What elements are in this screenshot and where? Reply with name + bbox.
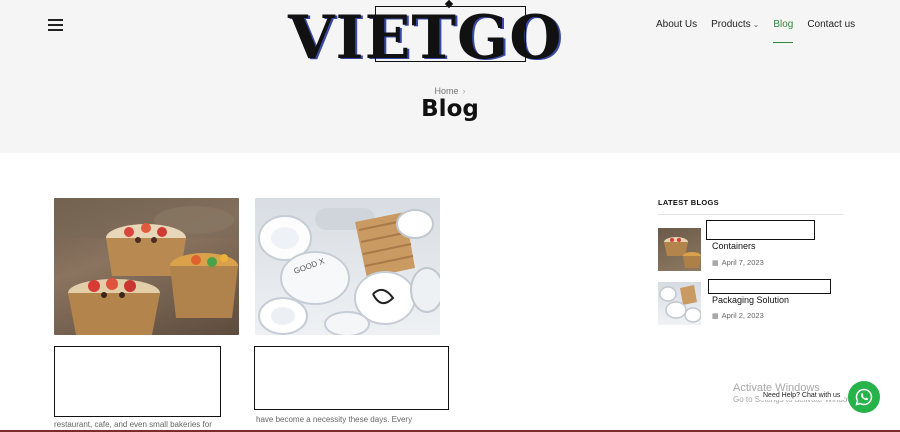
chevron-down-icon: ⌄ [752,20,760,29]
hamburger-icon[interactable] [48,19,63,32]
chat-label[interactable]: Need Help? Chat with us [759,391,845,400]
post-excerpt: have become a necessity these days. Ever… [256,415,413,424]
breadcrumb-home[interactable]: Home [434,86,458,96]
nav-blog[interactable]: Blog [773,19,794,43]
sidebar-heading: LATEST BLOGS [658,198,719,207]
divider [658,214,843,215]
nav-label: Products [711,19,751,30]
post-image-food-bowls[interactable] [54,198,239,335]
breadcrumb: Home › [0,86,900,96]
latest-blog-date: ▦ April 7, 2023 [712,258,764,267]
latest-blog-title[interactable]: Packaging Solution [712,295,789,305]
whatsapp-icon[interactable] [848,381,880,413]
nav-contact-us[interactable]: Contact us [807,19,855,30]
calendar-icon: ▦ [712,313,719,320]
post-excerpt: restaurant, cafe, and even small bakerie… [54,420,212,429]
latest-blog-title-placeholder[interactable] [708,279,831,294]
latest-blog-date: ▦ April 2, 2023 [712,311,764,320]
latest-blog-title[interactable]: Containers [712,241,756,251]
post-title-placeholder[interactable] [254,346,449,410]
logo-frame [375,6,526,62]
nav-label: About Us [656,19,698,30]
calendar-icon: ▦ [712,260,719,267]
date-text: April 7, 2023 [721,258,764,267]
main-nav: About Us Products ⌄ Blog Contact us [656,19,855,43]
nav-products[interactable]: Products ⌄ [711,19,759,30]
latest-blog-thumbnail[interactable] [658,282,701,325]
page-title: Blog [421,96,479,122]
nav-label: Contact us [807,19,856,30]
nav-about-us[interactable]: About Us [656,19,697,30]
page: VIETGO About Us Products ⌄ Blog Contact u… [0,0,900,432]
post-title-placeholder[interactable] [54,346,221,417]
post-image-paper-cups[interactable]: GOOD X [255,198,440,335]
nav-label: Blog [773,19,794,30]
page-header: VIETGO About Us Products ⌄ Blog Contact u… [0,0,900,153]
latest-blog-thumbnail[interactable] [658,228,701,271]
chevron-right-icon: › [462,86,466,96]
date-text: April 2, 2023 [721,311,764,320]
latest-blog-title-placeholder[interactable] [706,220,815,240]
